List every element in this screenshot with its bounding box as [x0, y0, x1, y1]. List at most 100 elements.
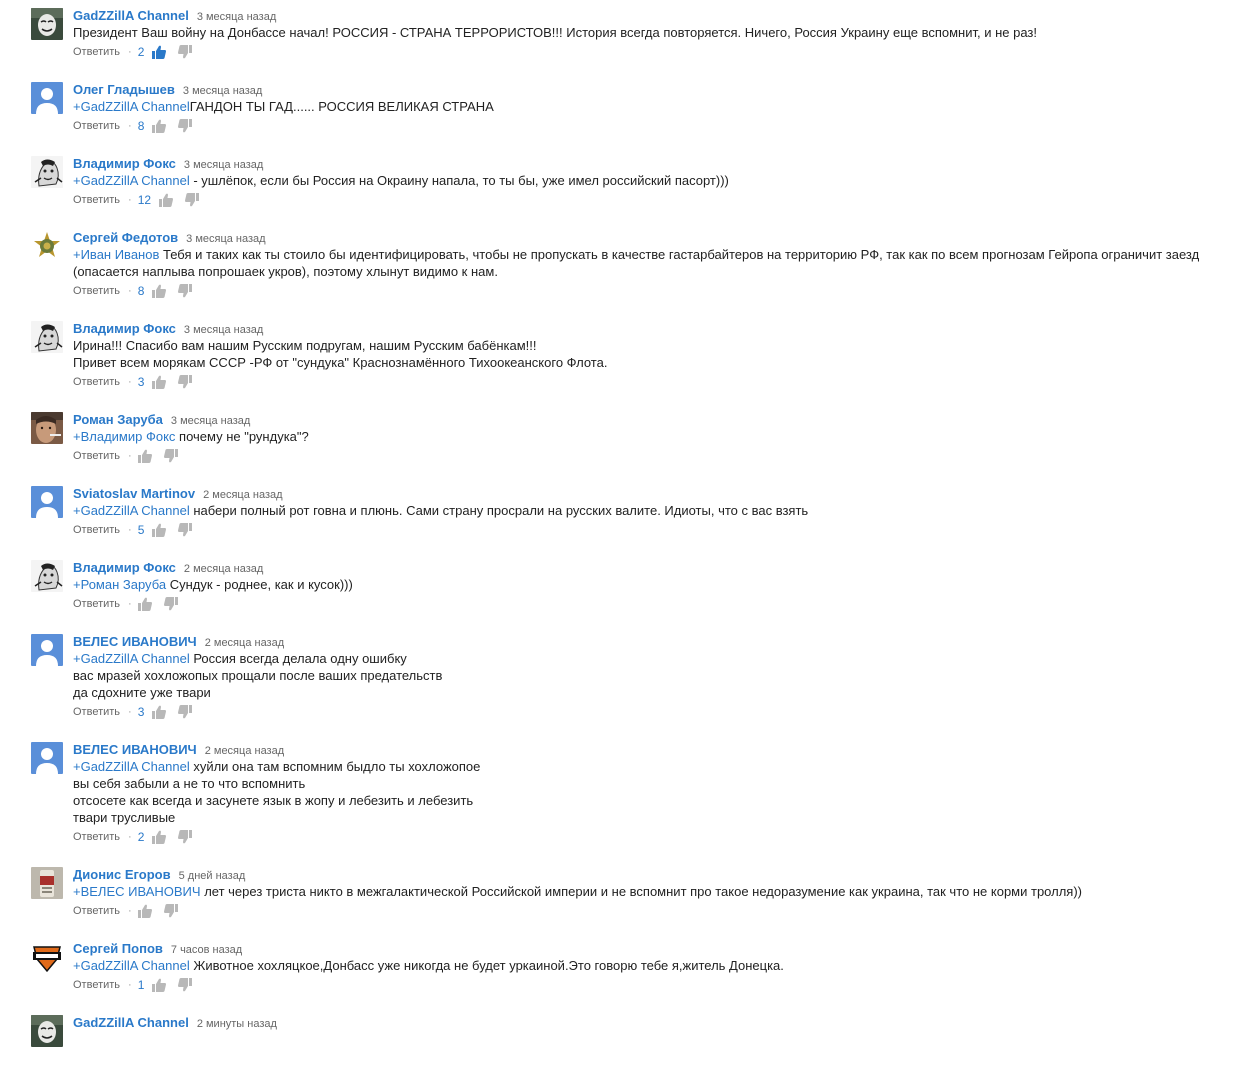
like-count: 8 [137, 119, 145, 133]
author-link[interactable]: Роман Заруба [73, 412, 163, 427]
author-link[interactable]: ВЕЛЕС ИВАНОВИЧ [73, 634, 197, 649]
thumbs-down-icon[interactable] [178, 830, 193, 844]
avatar[interactable] [31, 156, 63, 188]
thumbs-down-icon[interactable] [163, 449, 178, 463]
mention-link[interactable]: +Роман Заруба [73, 577, 166, 592]
thumbs-up-icon[interactable] [159, 193, 174, 207]
author-link[interactable]: GadZZillA Channel [73, 8, 189, 23]
thumbs-down-icon[interactable] [178, 375, 193, 389]
comment-actions: Ответить · [73, 596, 190, 612]
mention-link[interactable]: +GadZZillA Channel [73, 99, 190, 114]
comment-timestamp[interactable]: 3 месяца назад [184, 324, 263, 336]
comment-timestamp[interactable]: 5 дней назад [179, 870, 246, 882]
separator-dot: · [128, 194, 132, 206]
thumbs-down-icon[interactable] [178, 284, 193, 298]
thumbs-down-icon[interactable] [163, 904, 178, 918]
comment-timestamp[interactable]: 2 месяца назад [184, 563, 263, 575]
author-link[interactable]: Владимир Фокс [73, 156, 176, 171]
mention-link[interactable]: +GadZZillA Channel [73, 759, 190, 774]
mention-link[interactable]: +Иван Иванов [73, 247, 159, 262]
mention-link[interactable]: +Владимир Фокс [73, 429, 175, 444]
reply-button[interactable]: Ответить [73, 450, 120, 462]
reply-button[interactable]: Ответить [73, 46, 120, 58]
thumbs-down-icon[interactable] [178, 119, 193, 133]
author-link[interactable]: Дионис Егоров [73, 867, 171, 882]
comment-line-text: Тебя и таких как ты стоило бы идентифици… [73, 247, 1200, 279]
thumbs-up-icon[interactable] [152, 119, 167, 133]
avatar[interactable] [31, 742, 63, 774]
author-link[interactable]: Владимир Фокс [73, 560, 176, 575]
comment-timestamp[interactable]: 3 месяца назад [186, 233, 265, 245]
comment-timestamp[interactable]: 3 месяца назад [183, 85, 262, 97]
comment-timestamp[interactable]: 3 месяца назад [184, 159, 263, 171]
like-count: 2 [137, 830, 145, 844]
reply-button[interactable]: Ответить [73, 979, 120, 991]
thumbs-down-icon[interactable] [178, 978, 193, 992]
separator-dot: · [128, 450, 132, 462]
mention-link[interactable]: +GadZZillA Channel [73, 651, 190, 666]
thumbs-up-icon[interactable] [152, 375, 167, 389]
comment-text: +GadZZillA Channel - ушлёпок, если бы Ро… [73, 172, 1223, 189]
avatar[interactable] [31, 486, 63, 518]
avatar[interactable] [31, 321, 63, 353]
comment-line-text: Ирина!!! Спасибо вам нашим Русским подру… [73, 338, 537, 353]
reply-button[interactable]: Ответить [73, 120, 120, 132]
comment-timestamp[interactable]: 3 месяца назад [171, 415, 250, 427]
reply-button[interactable]: Ответить [73, 376, 120, 388]
comment-header: Владимир Фокс 3 месяца назад [73, 155, 263, 173]
avatar[interactable] [31, 867, 63, 899]
comment-timestamp[interactable]: 2 минуты назад [197, 1018, 277, 1030]
comment-header: GadZZillA Channel 3 месяца назад [73, 7, 276, 25]
avatar[interactable] [31, 634, 63, 666]
thumbs-down-icon[interactable] [178, 705, 193, 719]
thumbs-up-icon[interactable] [137, 597, 152, 611]
reply-button[interactable]: Ответить [73, 524, 120, 536]
thumbs-down-icon[interactable] [178, 45, 193, 59]
comment-line-text: Привет всем морякам СССР -РФ от "сундука… [73, 355, 608, 370]
thumbs-up-icon[interactable] [152, 45, 167, 59]
comment-line: Ирина!!! Спасибо вам нашим Русским подру… [73, 337, 1223, 354]
comment-timestamp[interactable]: 2 месяца назад [205, 745, 284, 757]
avatar[interactable] [31, 560, 63, 592]
reply-button[interactable]: Ответить [73, 194, 120, 206]
thumbs-down-icon[interactable] [163, 597, 178, 611]
comment-timestamp[interactable]: 2 месяца назад [205, 637, 284, 649]
reply-button[interactable]: Ответить [73, 598, 120, 610]
comment-item: Sviatoslav Martinov 2 месяца назад +GadZZi… [0, 478, 1239, 552]
comment-actions: Ответить · 2 [73, 829, 204, 845]
thumbs-up-icon[interactable] [152, 830, 167, 844]
mention-link[interactable]: +GadZZillA Channel [73, 958, 190, 973]
comment-item: Олег Гладышев 3 месяца назад +GadZZillA Ch… [0, 74, 1239, 148]
avatar[interactable] [31, 8, 63, 40]
avatar[interactable] [31, 941, 63, 973]
reply-button[interactable]: Ответить [73, 831, 120, 843]
mention-link[interactable]: +GadZZillA Channel [73, 503, 190, 518]
author-link[interactable]: Sviatoslav Martinov [73, 486, 195, 501]
mention-link[interactable]: +GadZZillA Channel [73, 173, 190, 188]
comment-timestamp[interactable]: 7 часов назад [171, 944, 242, 956]
author-link[interactable]: Сергей Федотов [73, 230, 178, 245]
mention-link[interactable]: +ВЕЛЕС ИВАНОВИЧ [73, 884, 201, 899]
reply-button[interactable]: Ответить [73, 706, 120, 718]
author-link[interactable]: Сергей Попов [73, 941, 163, 956]
thumbs-up-icon[interactable] [152, 705, 167, 719]
comment-timestamp[interactable]: 3 месяца назад [197, 11, 276, 23]
thumbs-up-icon[interactable] [152, 523, 167, 537]
thumbs-up-icon[interactable] [137, 449, 152, 463]
thumbs-down-icon[interactable] [185, 193, 200, 207]
reply-button[interactable]: Ответить [73, 285, 120, 297]
author-link[interactable]: GadZZillA Channel [73, 1015, 189, 1030]
author-link[interactable]: Владимир Фокс [73, 321, 176, 336]
thumbs-down-icon[interactable] [178, 523, 193, 537]
thumbs-up-icon[interactable] [152, 284, 167, 298]
comment-timestamp[interactable]: 2 месяца назад [203, 489, 282, 501]
avatar[interactable] [31, 412, 63, 444]
avatar[interactable] [31, 82, 63, 114]
avatar[interactable] [31, 1015, 63, 1047]
author-link[interactable]: ВЕЛЕС ИВАНОВИЧ [73, 742, 197, 757]
author-link[interactable]: Олег Гладышев [73, 82, 175, 97]
thumbs-up-icon[interactable] [152, 978, 167, 992]
avatar[interactable] [31, 230, 63, 262]
thumbs-up-icon[interactable] [137, 904, 152, 918]
reply-button[interactable]: Ответить [73, 905, 120, 917]
